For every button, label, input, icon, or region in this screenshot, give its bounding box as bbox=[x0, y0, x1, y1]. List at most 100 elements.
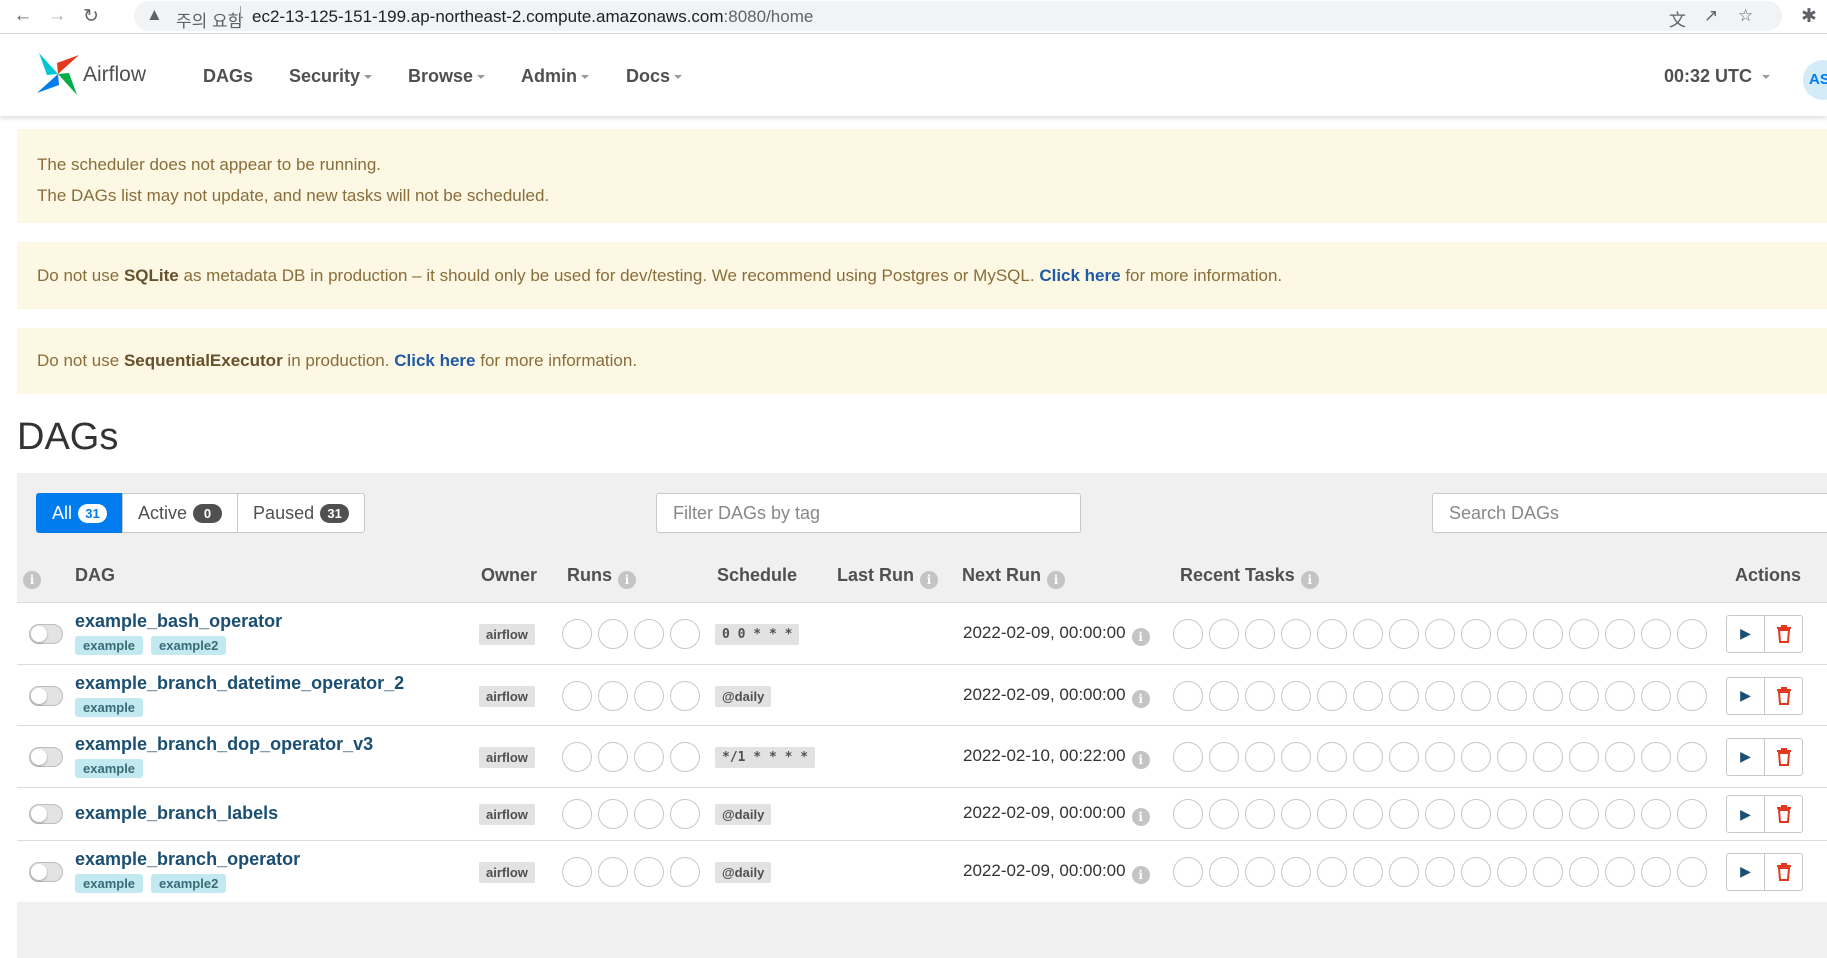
timezone-dropdown[interactable]: 00:32 UTC bbox=[1664, 66, 1771, 87]
info-icon[interactable]: i bbox=[920, 571, 939, 589]
column-header-owner[interactable]: Owner bbox=[481, 565, 537, 586]
schedule-badge[interactable]: @daily bbox=[715, 861, 772, 883]
search-dags-input[interactable] bbox=[1432, 493, 1827, 533]
run-state-circle[interactable] bbox=[598, 741, 628, 772]
task-state-circle[interactable] bbox=[1245, 680, 1275, 711]
task-state-circle[interactable] bbox=[1461, 799, 1491, 829]
nav-admin[interactable]: Admin bbox=[521, 66, 589, 87]
owner-badge[interactable]: airflow bbox=[479, 746, 535, 768]
task-state-circle[interactable] bbox=[1425, 618, 1455, 649]
task-state-circle[interactable] bbox=[1533, 680, 1563, 711]
task-state-circle[interactable] bbox=[1281, 799, 1311, 829]
info-icon[interactable]: i bbox=[1131, 689, 1150, 708]
filter-active-button[interactable]: Active 0 bbox=[122, 493, 239, 533]
task-state-circle[interactable] bbox=[1533, 741, 1563, 772]
task-state-circle[interactable] bbox=[1317, 856, 1347, 887]
task-state-circle[interactable] bbox=[1641, 618, 1671, 649]
delete-dag-button[interactable] bbox=[1764, 614, 1803, 653]
trigger-dag-button[interactable]: ▶ bbox=[1726, 852, 1765, 891]
owner-badge[interactable]: airflow bbox=[479, 685, 535, 707]
run-state-circle[interactable] bbox=[670, 799, 700, 829]
owner-badge[interactable]: airflow bbox=[479, 804, 535, 825]
dag-tag[interactable]: example bbox=[75, 759, 144, 778]
dag-name-link[interactable]: example_bash_operator bbox=[75, 611, 282, 632]
task-state-circle[interactable] bbox=[1317, 618, 1347, 649]
task-state-circle[interactable] bbox=[1533, 799, 1563, 829]
task-state-circle[interactable] bbox=[1533, 856, 1563, 887]
executor-click-here-link[interactable]: Click here bbox=[394, 351, 475, 370]
task-state-circle[interactable] bbox=[1641, 741, 1671, 772]
airflow-logo-icon[interactable] bbox=[35, 51, 81, 97]
task-state-circle[interactable] bbox=[1353, 856, 1383, 887]
task-state-circle[interactable] bbox=[1245, 618, 1275, 649]
dag-pause-toggle[interactable] bbox=[29, 746, 63, 767]
task-state-circle[interactable] bbox=[1389, 741, 1419, 772]
task-state-circle[interactable] bbox=[1245, 799, 1275, 829]
dag-tag[interactable]: example2 bbox=[151, 874, 227, 893]
run-state-circle[interactable] bbox=[562, 856, 592, 887]
dag-pause-toggle[interactable] bbox=[29, 685, 63, 706]
dag-name-link[interactable]: example_branch_labels bbox=[75, 803, 278, 824]
task-state-circle[interactable] bbox=[1461, 856, 1491, 887]
task-state-circle[interactable] bbox=[1641, 856, 1671, 887]
task-state-circle[interactable] bbox=[1605, 799, 1635, 829]
info-icon[interactable]: i bbox=[1300, 571, 1319, 589]
task-state-circle[interactable] bbox=[1425, 856, 1455, 887]
task-state-circle[interactable] bbox=[1569, 856, 1599, 887]
task-state-circle[interactable] bbox=[1605, 680, 1635, 711]
task-state-circle[interactable] bbox=[1461, 680, 1491, 711]
owner-badge[interactable]: airflow bbox=[479, 623, 535, 645]
task-state-circle[interactable] bbox=[1389, 799, 1419, 829]
task-state-circle[interactable] bbox=[1209, 618, 1239, 649]
delete-dag-button[interactable] bbox=[1764, 795, 1803, 833]
nav-browse[interactable]: Browse bbox=[408, 66, 486, 87]
task-state-circle[interactable] bbox=[1173, 856, 1203, 887]
task-state-circle[interactable] bbox=[1641, 680, 1671, 711]
task-state-circle[interactable] bbox=[1425, 680, 1455, 711]
trigger-dag-button[interactable]: ▶ bbox=[1726, 737, 1765, 776]
task-state-circle[interactable] bbox=[1569, 680, 1599, 711]
info-icon[interactable]: i bbox=[1131, 808, 1150, 826]
task-state-circle[interactable] bbox=[1497, 856, 1527, 887]
task-state-circle[interactable] bbox=[1677, 618, 1707, 649]
task-state-circle[interactable] bbox=[1209, 856, 1239, 887]
filter-paused-button[interactable]: Paused 31 bbox=[237, 493, 366, 533]
task-state-circle[interactable] bbox=[1245, 856, 1275, 887]
brand-name[interactable]: Airflow bbox=[83, 63, 146, 87]
back-arrow-icon[interactable]: ← bbox=[10, 3, 36, 29]
dag-name-link[interactable]: example_branch_operator bbox=[75, 849, 300, 870]
nav-docs[interactable]: Docs bbox=[626, 66, 683, 87]
task-state-circle[interactable] bbox=[1281, 741, 1311, 772]
trigger-dag-button[interactable]: ▶ bbox=[1726, 676, 1765, 715]
dag-name-link[interactable]: example_branch_dop_operator_v3 bbox=[75, 734, 373, 755]
url-text[interactable]: ec2-13-125-151-199.ap-northeast-2.comput… bbox=[252, 7, 813, 27]
info-icon[interactable]: i bbox=[618, 571, 636, 589]
trigger-dag-button[interactable]: ▶ bbox=[1726, 614, 1765, 653]
column-header-dag[interactable]: DAG bbox=[75, 565, 115, 586]
task-state-circle[interactable] bbox=[1569, 799, 1599, 829]
dag-tag[interactable]: example bbox=[75, 636, 144, 655]
task-state-circle[interactable] bbox=[1173, 618, 1203, 649]
dag-name-link[interactable]: example_branch_datetime_operator_2 bbox=[75, 673, 404, 694]
forward-arrow-icon[interactable]: → bbox=[44, 3, 70, 29]
trigger-dag-button[interactable]: ▶ bbox=[1726, 795, 1765, 833]
task-state-circle[interactable] bbox=[1425, 799, 1455, 829]
run-state-circle[interactable] bbox=[634, 799, 664, 829]
delete-dag-button[interactable] bbox=[1764, 676, 1803, 715]
dag-tag[interactable]: example2 bbox=[151, 636, 227, 655]
run-state-circle[interactable] bbox=[598, 799, 628, 829]
schedule-badge[interactable]: @daily bbox=[715, 685, 772, 707]
share-icon[interactable]: ↗ bbox=[1704, 6, 1718, 26]
task-state-circle[interactable] bbox=[1389, 680, 1419, 711]
task-state-circle[interactable] bbox=[1209, 799, 1239, 829]
task-state-circle[interactable] bbox=[1317, 680, 1347, 711]
task-state-circle[interactable] bbox=[1317, 741, 1347, 772]
task-state-circle[interactable] bbox=[1281, 856, 1311, 887]
dag-pause-toggle[interactable] bbox=[29, 623, 63, 644]
info-icon[interactable]: i bbox=[23, 571, 41, 589]
run-state-circle[interactable] bbox=[562, 680, 592, 711]
task-state-circle[interactable] bbox=[1569, 618, 1599, 649]
task-state-circle[interactable] bbox=[1209, 741, 1239, 772]
task-state-circle[interactable] bbox=[1677, 856, 1707, 887]
task-state-circle[interactable] bbox=[1677, 799, 1707, 829]
